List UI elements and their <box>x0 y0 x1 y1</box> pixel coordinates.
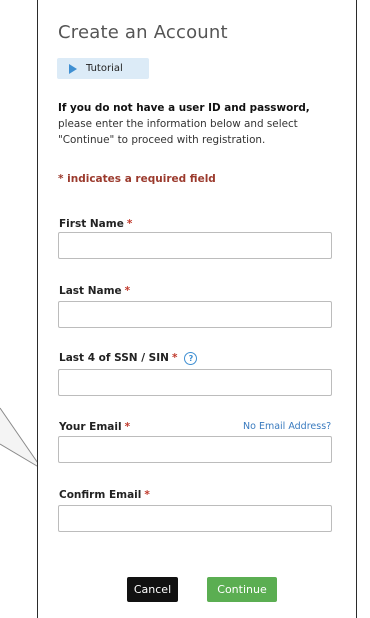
confirm-email-label-text: Confirm Email <box>59 489 142 501</box>
intro-rest-text: please enter the information below and s… <box>58 118 298 146</box>
tutorial-label: Tutorial <box>86 63 123 74</box>
page-title: Create an Account <box>58 22 228 43</box>
required-marker: * <box>144 489 150 501</box>
first-name-input[interactable] <box>58 232 332 259</box>
required-marker: * <box>126 218 133 230</box>
required-marker: * <box>124 421 131 433</box>
registration-panel: Create an Account Tutorial If you do not… <box>37 0 357 618</box>
cancel-button[interactable]: Cancel <box>127 577 178 602</box>
required-marker: * <box>124 285 131 297</box>
email-label: Your Email * <box>59 421 130 433</box>
ssn-label-text: Last 4 of SSN / SIN <box>59 352 169 364</box>
confirm-email-label: Confirm Email * <box>59 489 150 501</box>
ssn-last4-input[interactable] <box>58 369 332 396</box>
first-name-label-text: First Name <box>59 218 124 230</box>
play-triangle-icon <box>69 63 77 74</box>
help-circle-icon[interactable]: ? <box>184 352 198 365</box>
email-input[interactable] <box>58 436 332 463</box>
tutorial-button[interactable]: Tutorial <box>57 58 149 79</box>
required-field-note: * indicates a required field <box>58 173 216 185</box>
intro-text: If you do not have a user ID and passwor… <box>58 100 344 148</box>
first-name-label: First Name * <box>59 218 132 230</box>
last-name-input[interactable] <box>58 301 332 328</box>
last-name-label-text: Last Name <box>59 285 122 297</box>
email-label-text: Your Email <box>59 421 122 433</box>
confirm-email-input[interactable] <box>58 505 332 532</box>
continue-button[interactable]: Continue <box>207 577 277 602</box>
intro-bold-text: If you do not have a user ID and passwor… <box>58 102 310 114</box>
no-email-address-link[interactable]: No Email Address? <box>243 421 331 432</box>
ssn-label: Last 4 of SSN / SIN *? <box>59 352 198 365</box>
required-marker: * <box>171 352 178 364</box>
last-name-label: Last Name * <box>59 285 130 297</box>
